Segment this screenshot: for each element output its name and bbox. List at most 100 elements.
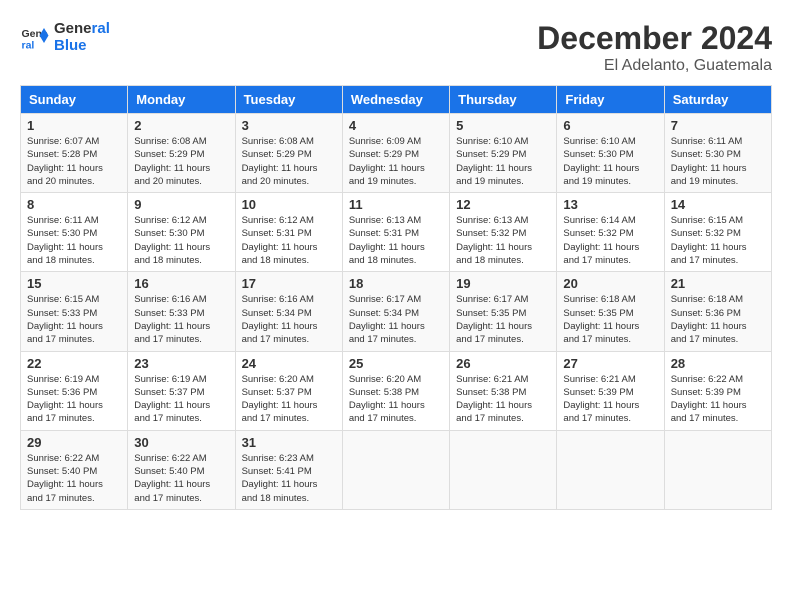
calendar-cell: 26 Sunrise: 6:21 AMSunset: 5:38 PMDayligh… <box>450 351 557 430</box>
day-info: Sunrise: 6:14 AMSunset: 5:32 PMDaylight:… <box>563 214 657 267</box>
calendar-cell: 16Sunrise: 6:16 AMSunset: 5:33 PMDayligh… <box>128 272 235 351</box>
calendar-week-5: 29 Sunrise: 6:22 AMSunset: 5:40 PMDayligh… <box>21 430 772 509</box>
day-number: 24 <box>242 356 336 371</box>
day-info: Sunrise: 6:18 AMSunset: 5:36 PMDaylight:… <box>671 293 765 346</box>
calendar-cell: 29 Sunrise: 6:22 AMSunset: 5:40 PMDayligh… <box>21 430 128 509</box>
day-info: Sunrise: 6:22 AMSunset: 5:40 PMDaylight:… <box>27 452 121 505</box>
day-number: 15 <box>27 276 121 291</box>
day-number: 30 <box>134 435 228 450</box>
month-title: December 2024 <box>537 20 772 57</box>
day-number: 29 <box>27 435 121 450</box>
day-number: 23 <box>134 356 228 371</box>
day-info: Sunrise: 6:12 AMSunset: 5:31 PMDaylight:… <box>242 214 336 267</box>
day-number: 25 <box>349 356 443 371</box>
day-info: Sunrise: 6:15 AMSunset: 5:33 PMDaylight:… <box>27 293 121 346</box>
day-info: Sunrise: 6:07 AMSunset: 5:28 PMDaylight:… <box>27 135 121 188</box>
calendar-cell: 15 Sunrise: 6:15 AMSunset: 5:33 PMDayligh… <box>21 272 128 351</box>
calendar-cell: 23 Sunrise: 6:19 AMSunset: 5:37 PMDayligh… <box>128 351 235 430</box>
calendar-cell: 2 Sunrise: 6:08 AMSunset: 5:29 PMDaylight… <box>128 114 235 193</box>
day-number: 17 <box>242 276 336 291</box>
location: El Adelanto, Guatemala <box>537 57 772 75</box>
calendar-cell: 4 Sunrise: 6:09 AMSunset: 5:29 PMDaylight… <box>342 114 449 193</box>
day-info: Sunrise: 6:22 AMSunset: 5:39 PMDaylight:… <box>671 373 765 426</box>
day-number: 14 <box>671 197 765 212</box>
column-header-monday: Monday <box>128 86 235 114</box>
day-number: 28 <box>671 356 765 371</box>
calendar-cell: 12Sunrise: 6:13 AMSunset: 5:32 PMDayligh… <box>450 193 557 272</box>
day-info: Sunrise: 6:21 AMSunset: 5:38 PMDaylight:… <box>456 373 550 426</box>
day-info: Sunrise: 6:08 AMSunset: 5:29 PMDaylight:… <box>134 135 228 188</box>
day-info: Sunrise: 6:13 AMSunset: 5:32 PMDaylight:… <box>456 214 550 267</box>
day-number: 19 <box>456 276 550 291</box>
title-section: December 2024 El Adelanto, Guatemala <box>537 20 772 75</box>
day-number: 7 <box>671 118 765 133</box>
column-header-thursday: Thursday <box>450 86 557 114</box>
day-info: Sunrise: 6:19 AMSunset: 5:36 PMDaylight:… <box>27 373 121 426</box>
calendar-cell: 18 Sunrise: 6:17 AMSunset: 5:34 PMDayligh… <box>342 272 449 351</box>
day-number: 11 <box>349 197 443 212</box>
day-number: 6 <box>563 118 657 133</box>
day-info: Sunrise: 6:16 AMSunset: 5:34 PMDaylight:… <box>242 293 336 346</box>
column-header-friday: Friday <box>557 86 664 114</box>
day-number: 13 <box>563 197 657 212</box>
day-info: Sunrise: 6:19 AMSunset: 5:37 PMDaylight:… <box>134 373 228 426</box>
calendar-cell: 30 Sunrise: 6:22 AMSunset: 5:40 PMDayligh… <box>128 430 235 509</box>
calendar-header-row: SundayMondayTuesdayWednesdayThursdayFrid… <box>21 86 772 114</box>
day-info: Sunrise: 6:21 AMSunset: 5:39 PMDaylight:… <box>563 373 657 426</box>
calendar-cell: 17 Sunrise: 6:16 AMSunset: 5:34 PMDayligh… <box>235 272 342 351</box>
calendar-cell: 19Sunrise: 6:17 AMSunset: 5:35 PMDayligh… <box>450 272 557 351</box>
calendar-cell: 28 Sunrise: 6:22 AMSunset: 5:39 PMDayligh… <box>664 351 771 430</box>
day-info: Sunrise: 6:17 AMSunset: 5:34 PMDaylight:… <box>349 293 443 346</box>
day-info: Sunrise: 6:22 AMSunset: 5:40 PMDaylight:… <box>134 452 228 505</box>
column-header-sunday: Sunday <box>21 86 128 114</box>
day-number: 5 <box>456 118 550 133</box>
calendar-week-3: 15 Sunrise: 6:15 AMSunset: 5:33 PMDayligh… <box>21 272 772 351</box>
svg-text:ral: ral <box>22 39 35 51</box>
calendar-cell: 1 Sunrise: 6:07 AMSunset: 5:28 PMDaylight… <box>21 114 128 193</box>
calendar-cell: 3Sunrise: 6:08 AMSunset: 5:29 PMDaylight… <box>235 114 342 193</box>
day-info: Sunrise: 6:12 AMSunset: 5:30 PMDaylight:… <box>134 214 228 267</box>
calendar-cell: 25 Sunrise: 6:20 AMSunset: 5:38 PMDayligh… <box>342 351 449 430</box>
calendar-cell: 5 Sunrise: 6:10 AMSunset: 5:29 PMDaylight… <box>450 114 557 193</box>
day-number: 8 <box>27 197 121 212</box>
logo-line1: General <box>54 20 110 37</box>
column-header-saturday: Saturday <box>664 86 771 114</box>
logo: Gene ral General Blue <box>20 20 110 54</box>
day-info: Sunrise: 6:23 AMSunset: 5:41 PMDaylight:… <box>242 452 336 505</box>
day-number: 21 <box>671 276 765 291</box>
day-number: 27 <box>563 356 657 371</box>
day-number: 18 <box>349 276 443 291</box>
calendar-cell: 9 Sunrise: 6:12 AMSunset: 5:30 PMDaylight… <box>128 193 235 272</box>
column-header-wednesday: Wednesday <box>342 86 449 114</box>
calendar-cell <box>342 430 449 509</box>
calendar-cell: 27 Sunrise: 6:21 AMSunset: 5:39 PMDayligh… <box>557 351 664 430</box>
calendar-cell: 14Sunrise: 6:15 AMSunset: 5:32 PMDayligh… <box>664 193 771 272</box>
calendar-week-2: 8 Sunrise: 6:11 AMSunset: 5:30 PMDaylight… <box>21 193 772 272</box>
column-header-tuesday: Tuesday <box>235 86 342 114</box>
day-info: Sunrise: 6:16 AMSunset: 5:33 PMDaylight:… <box>134 293 228 346</box>
day-info: Sunrise: 6:18 AMSunset: 5:35 PMDaylight:… <box>563 293 657 346</box>
calendar-cell: 7 Sunrise: 6:11 AMSunset: 5:30 PMDaylight… <box>664 114 771 193</box>
calendar-week-4: 22 Sunrise: 6:19 AMSunset: 5:36 PMDayligh… <box>21 351 772 430</box>
day-number: 1 <box>27 118 121 133</box>
day-info: Sunrise: 6:11 AMSunset: 5:30 PMDaylight:… <box>27 214 121 267</box>
day-number: 9 <box>134 197 228 212</box>
calendar-cell: 6Sunrise: 6:10 AMSunset: 5:30 PMDaylight… <box>557 114 664 193</box>
day-number: 2 <box>134 118 228 133</box>
calendar-cell <box>450 430 557 509</box>
day-number: 4 <box>349 118 443 133</box>
page-header: Gene ral General Blue December 2024 El A… <box>20 20 772 75</box>
calendar-cell: 8 Sunrise: 6:11 AMSunset: 5:30 PMDaylight… <box>21 193 128 272</box>
calendar-cell: 31Sunrise: 6:23 AMSunset: 5:41 PMDayligh… <box>235 430 342 509</box>
day-info: Sunrise: 6:10 AMSunset: 5:29 PMDaylight:… <box>456 135 550 188</box>
day-info: Sunrise: 6:11 AMSunset: 5:30 PMDaylight:… <box>671 135 765 188</box>
day-info: Sunrise: 6:20 AMSunset: 5:37 PMDaylight:… <box>242 373 336 426</box>
calendar-week-1: 1 Sunrise: 6:07 AMSunset: 5:28 PMDaylight… <box>21 114 772 193</box>
logo-line2: Blue <box>54 37 110 54</box>
calendar-cell: 21 Sunrise: 6:18 AMSunset: 5:36 PMDayligh… <box>664 272 771 351</box>
day-number: 26 <box>456 356 550 371</box>
day-number: 22 <box>27 356 121 371</box>
day-info: Sunrise: 6:20 AMSunset: 5:38 PMDaylight:… <box>349 373 443 426</box>
day-info: Sunrise: 6:09 AMSunset: 5:29 PMDaylight:… <box>349 135 443 188</box>
calendar-cell: 22 Sunrise: 6:19 AMSunset: 5:36 PMDayligh… <box>21 351 128 430</box>
